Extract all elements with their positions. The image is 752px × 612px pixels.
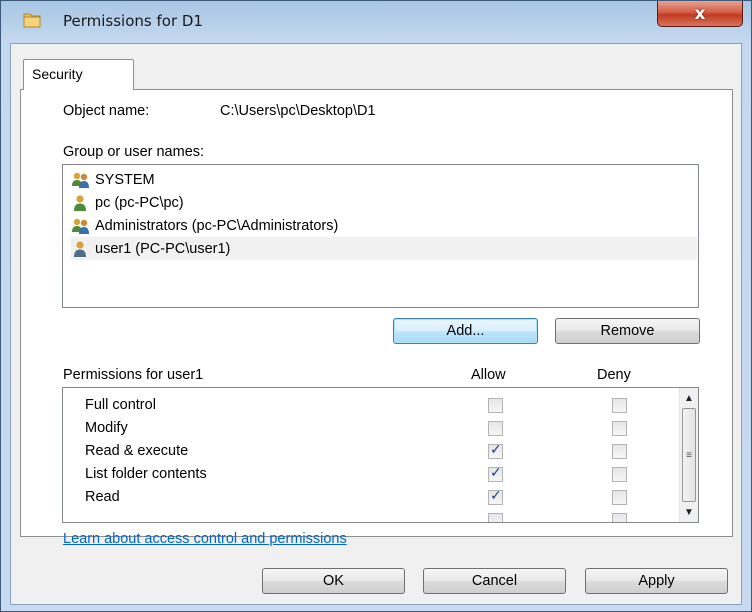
list-item-label: Administrators (pc-PC\Administrators) (95, 217, 339, 234)
allow-checkbox[interactable] (488, 398, 503, 413)
checkmark-icon: ✓ (490, 488, 502, 504)
allow-checkbox[interactable] (488, 513, 503, 522)
group-users-icon (72, 218, 89, 234)
folder-icon (23, 13, 41, 28)
list-item-administrators[interactable]: Administrators (pc-PC\Administrators) (71, 214, 697, 237)
list-item-system[interactable]: SYSTEM (71, 168, 697, 191)
add-button[interactable]: Add... (393, 318, 538, 344)
group-names-label: Group or user names: (63, 144, 205, 160)
user-icon (74, 194, 86, 211)
group-users-icon (72, 172, 89, 188)
permission-row-read: Read ✓ (63, 486, 677, 509)
allow-checkbox[interactable]: ✓ (488, 465, 503, 482)
user-icon (74, 240, 86, 257)
allow-checkbox[interactable]: ✓ (488, 442, 503, 459)
list-item-user1[interactable]: user1 (PC-PC\user1) (71, 237, 697, 260)
permission-name: Read (85, 489, 120, 505)
title-bar[interactable]: Permissions for D1 x (1, 1, 751, 41)
permission-name: Modify (85, 420, 128, 436)
ok-button[interactable]: OK (262, 568, 405, 594)
cancel-button[interactable]: Cancel (423, 568, 566, 594)
scroll-thumb[interactable]: ≡ (682, 408, 696, 502)
permission-name: List folder contents (85, 466, 207, 482)
close-button[interactable]: x (657, 1, 743, 27)
close-icon: x (694, 3, 706, 24)
list-item-label: user1 (PC-PC\user1) (95, 240, 231, 257)
grip-icon: ≡ (686, 449, 692, 461)
deny-checkbox[interactable] (612, 444, 627, 459)
permissions-label: Permissions for user1 (63, 367, 204, 383)
permission-row-full-control: Full control (63, 394, 677, 417)
list-item-label: SYSTEM (95, 171, 155, 188)
object-name-value: C:\Users\pc\Desktop\D1 (220, 103, 376, 119)
list-item-pc[interactable]: pc (pc-PC\pc) (71, 191, 697, 214)
scroll-down-arrow-icon[interactable]: ▼ (680, 503, 698, 521)
permission-name: Read & execute (85, 443, 189, 459)
permission-row-list-folder: List folder contents ✓ (63, 463, 677, 486)
permissions-list: Full control Modify Read & execute ✓ Lis… (62, 387, 699, 523)
deny-checkbox[interactable] (612, 421, 627, 436)
checkmark-icon: ✓ (490, 442, 502, 458)
permission-name: Full control (85, 397, 156, 413)
deny-column-header: Deny (597, 367, 631, 383)
permissions-dialog: Permissions for D1 x Security Object nam… (0, 0, 752, 612)
permission-row-read-execute: Read & execute ✓ (63, 440, 677, 463)
remove-button[interactable]: Remove (555, 318, 700, 344)
vertical-scrollbar[interactable]: ▲ ≡ ▼ (679, 388, 698, 522)
deny-checkbox[interactable] (612, 398, 627, 413)
permission-row-partial (63, 509, 677, 522)
allow-column-header: Allow (471, 367, 506, 383)
learn-more-link[interactable]: Learn about access control and permissio… (63, 531, 347, 547)
group-user-listbox[interactable]: SYSTEM pc (pc-PC\pc) Administrators (pc-… (62, 164, 699, 308)
apply-button[interactable]: Apply (585, 568, 728, 594)
permission-row-modify: Modify (63, 417, 677, 440)
checkmark-icon: ✓ (490, 465, 502, 481)
deny-checkbox[interactable] (612, 513, 627, 522)
list-item-label: pc (pc-PC\pc) (95, 194, 184, 211)
deny-checkbox[interactable] (612, 467, 627, 482)
window-title: Permissions for D1 (63, 12, 203, 30)
scroll-up-arrow-icon[interactable]: ▲ (680, 389, 698, 407)
allow-checkbox[interactable]: ✓ (488, 488, 503, 505)
deny-checkbox[interactable] (612, 490, 627, 505)
allow-checkbox[interactable] (488, 421, 503, 436)
tab-security[interactable]: Security (23, 59, 134, 90)
object-name-label: Object name: (63, 103, 150, 119)
